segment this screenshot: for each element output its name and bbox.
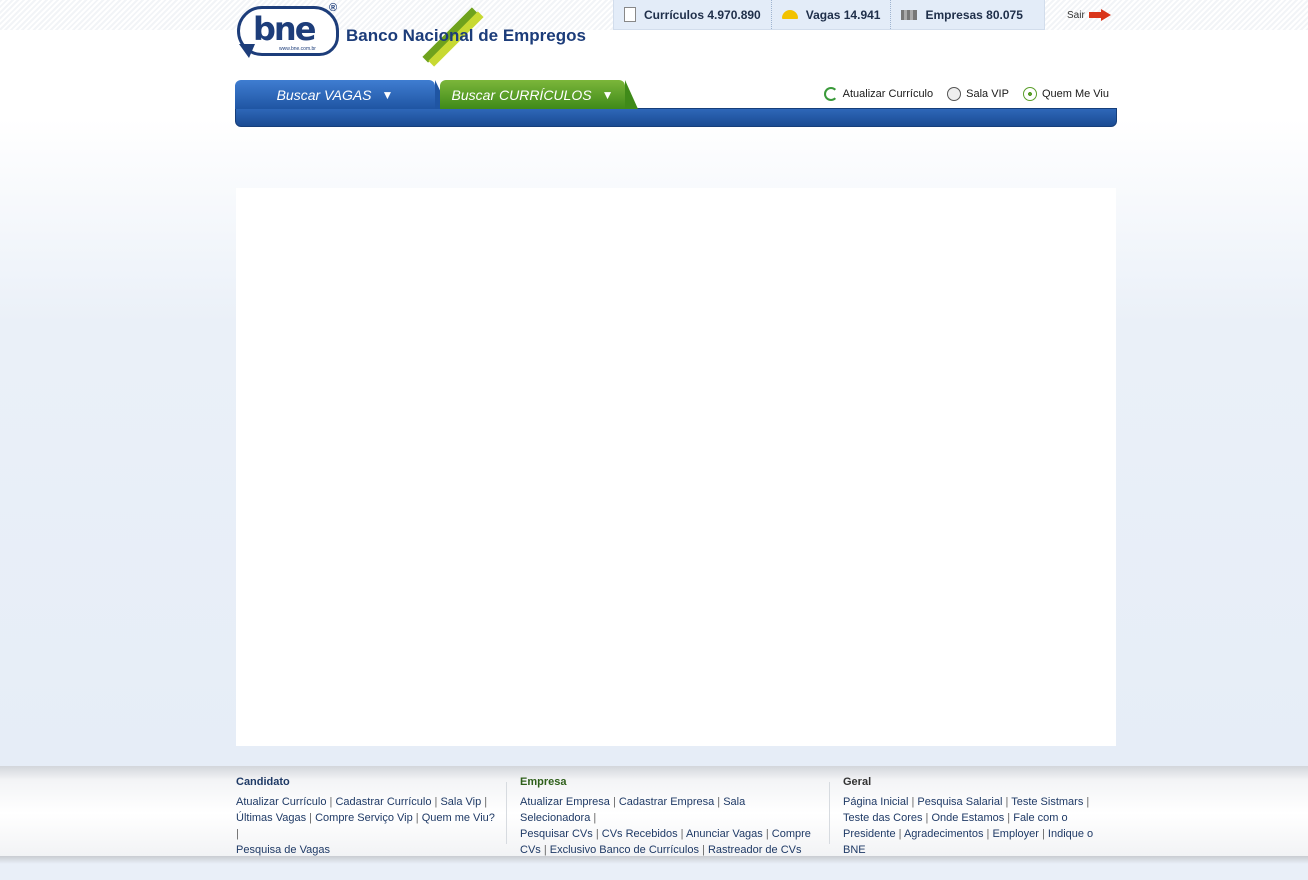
footer-link[interactable]: Quem me Viu?	[422, 812, 495, 824]
footer-column-geral: Geral Página Inicial | Pesquisa Salarial…	[843, 774, 1115, 858]
footer-link[interactable]: Agradecimentos	[904, 828, 984, 840]
stat-label: Vagas 14.941	[805, 7, 881, 22]
footer-link[interactable]: Pesquisa de Vagas	[236, 844, 330, 856]
stat-vagas: Vagas 14.941	[770, 0, 891, 29]
stat-curriculos: Currículos 4.970.890	[614, 0, 771, 29]
logout-label: Sair	[1067, 9, 1085, 21]
footer-column-title: Empresa	[520, 776, 567, 788]
triangle-down-icon: ▼	[381, 87, 394, 102]
logo-mark: bne	[253, 10, 316, 48]
footer-link[interactable]: CVs Recebidos	[602, 828, 678, 840]
target-icon	[1022, 87, 1037, 101]
footer-link[interactable]: Exclusivo Banco de Currículos	[550, 844, 699, 856]
footer-links: Atualizar Empresa | Cadastrar Empresa | …	[520, 796, 811, 856]
link-quem-me-viu[interactable]: Quem Me Viu	[1022, 87, 1109, 101]
tab-label: Buscar CURRÍCULOS	[451, 86, 592, 103]
registered-mark: ®	[329, 2, 338, 14]
refresh-icon	[823, 87, 838, 101]
footer-link[interactable]: Employer	[992, 828, 1038, 840]
footer-bottom	[0, 856, 1308, 880]
helmet-icon	[781, 10, 798, 19]
footer-column-candidato: Candidato Atualizar Currículo | Cadastra…	[236, 774, 498, 858]
footer-link[interactable]: Pesquisar CVs	[520, 828, 593, 840]
tab-buscar-curriculos[interactable]: Buscar CURRÍCULOS ▼	[440, 80, 638, 109]
main-nav: Buscar VAGAS ▼ Buscar CURRÍCULOS ▼ Atual…	[235, 80, 1117, 128]
footer-link[interactable]: Teste Sistmars	[1011, 796, 1083, 808]
stats-bar: Currículos 4.970.890 Vagas 14.941 Empres…	[613, 0, 1045, 30]
footer-link[interactable]: Anunciar Vagas	[686, 828, 763, 840]
footer-link[interactable]: Últimas Vagas	[236, 812, 306, 824]
bne-logo[interactable]: bne www.bne.com.br ® Banco Nacional de E…	[235, 2, 595, 67]
link-label: Sala VIP	[966, 88, 1009, 100]
document-icon	[624, 7, 636, 22]
key-icon	[947, 87, 962, 101]
footer-link[interactable]: Teste das Cores	[843, 812, 922, 824]
footer-link[interactable]: Cadastrar Empresa	[619, 796, 714, 808]
footer-link[interactable]: Rastreador de CVs	[708, 844, 802, 856]
stat-label: Empresas 80.075	[925, 7, 1023, 22]
quick-links: Atualizar Currículo Sala VIP Quem Me Viu	[823, 87, 1109, 101]
footer-column-title: Candidato	[236, 776, 290, 788]
stat-label: Currículos 4.970.890	[644, 7, 761, 22]
link-label: Quem Me Viu	[1041, 88, 1109, 100]
footer-link[interactable]: Onde Estamos	[931, 812, 1004, 824]
tab-label: Buscar VAGAS	[276, 86, 372, 103]
stat-empresas: Empresas 80.075	[890, 0, 1032, 29]
footer-column-empresa: Empresa Atualizar Empresa | Cadastrar Em…	[520, 774, 818, 858]
footer-link[interactable]: Cadastrar Currículo	[335, 796, 431, 808]
link-atualizar-curriculo[interactable]: Atualizar Currículo	[823, 87, 934, 101]
link-label: Atualizar Currículo	[842, 88, 934, 100]
footer: Candidato Atualizar Currículo | Cadastra…	[0, 766, 1308, 860]
site-title: Banco Nacional de Empregos	[346, 26, 586, 45]
footer-link[interactable]: Pesquisa Salarial	[917, 796, 1002, 808]
tab-buscar-vagas[interactable]: Buscar VAGAS ▼	[235, 80, 449, 109]
link-sala-vip[interactable]: Sala VIP	[947, 87, 1009, 101]
footer-link[interactable]: Compre Serviço Vip	[315, 812, 413, 824]
footer-column-title: Geral	[843, 776, 872, 788]
logo-url: www.bne.com.br	[279, 46, 316, 52]
main-content	[236, 188, 1116, 746]
exit-arrow-icon	[1088, 9, 1111, 21]
footer-link[interactable]: Atualizar Empresa	[520, 796, 610, 808]
footer-links: Página Inicial | Pesquisa Salarial | Tes…	[843, 796, 1094, 856]
footer-link[interactable]: Sala Vip	[440, 796, 481, 808]
nav-bar	[235, 108, 1117, 127]
footer-links: Atualizar Currículo | Cadastrar Currícul…	[236, 796, 495, 856]
triangle-down-icon: ▼	[601, 87, 614, 102]
footer-link[interactable]: Página Inicial	[843, 796, 908, 808]
factory-icon	[901, 9, 918, 20]
footer-link[interactable]: Atualizar Currículo	[236, 796, 326, 808]
logout-button[interactable]: Sair	[1067, 9, 1111, 21]
